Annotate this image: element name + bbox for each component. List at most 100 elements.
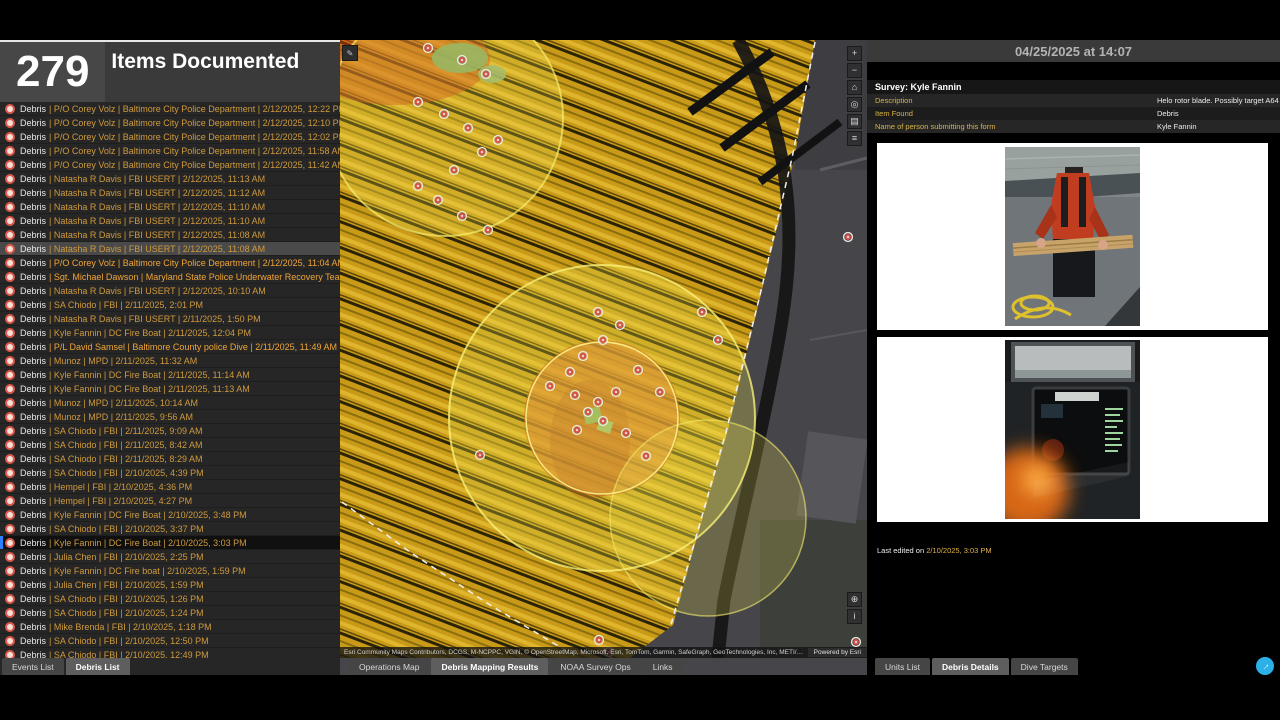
zoom-in-icon[interactable]: + — [847, 46, 862, 61]
debris-list[interactable]: Debris | P/O Corey Volz | Baltimore City … — [0, 102, 340, 658]
debris-list-item[interactable]: Debris | Kyle Fannin | DC Fire Boat | 2/1… — [0, 508, 340, 522]
debris-point-icon — [5, 327, 15, 338]
item-type-label: Debris — [20, 425, 47, 436]
attachment-photo-2[interactable] — [877, 337, 1268, 522]
item-type-label: Debris — [20, 341, 47, 352]
item-meta: | P/O Corey Volz | Baltimore City Police… — [49, 145, 340, 156]
debris-list-item[interactable]: Debris | SA Chiodo | FBI | 2/11/2025, 2:0… — [0, 298, 340, 312]
item-type-label: Debris — [20, 635, 47, 646]
debris-target-marker-center — [585, 409, 591, 415]
item-type-label: Debris — [20, 621, 47, 632]
recenter-icon[interactable]: ⊕ — [847, 592, 862, 607]
field-label: Item Found — [875, 109, 913, 118]
map-edit-tool-button[interactable]: ✎ — [342, 45, 358, 61]
tab-debris-list[interactable]: Debris List — [65, 658, 130, 675]
tab-units-list[interactable]: Units List — [875, 658, 930, 675]
debris-list-item[interactable]: Debris | Natasha R Davis | FBI USERT | 2/… — [0, 312, 340, 326]
home-icon[interactable]: ⌂ — [847, 80, 862, 95]
item-meta: | SA Chiodo | FBI | 2/10/2025, 1:26 PM — [49, 593, 204, 604]
debris-target-marker-center — [547, 383, 553, 389]
debris-list-item[interactable]: Debris | P/O Corey Volz | Baltimore City … — [0, 102, 340, 116]
debris-list-item[interactable]: Debris | Kyle Fannin | DC Fire Boat | 2/1… — [0, 326, 340, 340]
debris-target-marker-center — [853, 639, 859, 645]
item-meta: | Munoz | MPD | 2/11/2025, 9:56 AM — [49, 411, 193, 422]
debris-list-item[interactable]: Debris | Natasha R Davis | FBI USERT | 2/… — [0, 200, 340, 214]
tab-operations-map[interactable]: Operations Map — [349, 658, 430, 675]
tab-links[interactable]: Links — [642, 658, 683, 675]
debris-list-item[interactable]: Debris | SA Chiodo | FBI | 2/10/2025, 12:… — [0, 634, 340, 648]
field-label: Description — [875, 96, 913, 105]
debris-list-item[interactable]: Debris | Munoz | MPD | 2/11/2025, 11:32 A… — [0, 354, 340, 368]
debris-target-marker-center — [699, 309, 705, 315]
debris-point-icon — [5, 229, 15, 240]
debris-list-item[interactable]: Debris | P/O Corey Volz | Baltimore City … — [0, 144, 340, 158]
debris-point-icon — [5, 299, 15, 310]
debris-list-item[interactable]: Debris | P/O Corey Volz | Baltimore City … — [0, 256, 340, 270]
debris-list-item[interactable]: Debris | Munoz | MPD | 2/11/2025, 10:14 A… — [0, 396, 340, 410]
last-edited-prefix: Last edited on — [877, 546, 927, 555]
debris-list-item[interactable]: Debris | Mike Brenda | FBI | 2/10/2025, 1… — [0, 620, 340, 634]
legend-icon[interactable]: ≡ — [847, 131, 862, 146]
debris-list-item[interactable]: Debris | Kyle Fannin | DC Fire boat | 2/1… — [0, 564, 340, 578]
powered-by-esri[interactable]: Powered by Esri — [807, 648, 867, 657]
sonar-map[interactable] — [340, 40, 867, 658]
debris-point-icon — [5, 523, 15, 534]
field-label: Name of person submitting this form — [875, 122, 996, 131]
locate-icon[interactable]: ◎ — [847, 97, 862, 112]
zoom-out-icon[interactable]: − — [847, 63, 862, 78]
debris-list-item[interactable]: Debris | Kyle Fannin | DC Fire Boat | 2/1… — [0, 536, 340, 550]
debris-list-item[interactable]: Debris | Hempel | FBI | 2/10/2025, 4:36 P… — [0, 480, 340, 494]
debris-list-item[interactable]: Debris | Natasha R Davis | FBI USERT | 2/… — [0, 284, 340, 298]
tab-dive-targets[interactable]: Dive Targets — [1010, 658, 1078, 675]
debris-target-marker-center — [415, 99, 421, 105]
debris-list-item[interactable]: Debris | Kyle Fannin | DC Fire Boat | 2/1… — [0, 368, 340, 382]
debris-target-marker-center — [441, 111, 447, 117]
tab-debris-mapping-results[interactable]: Debris Mapping Results — [431, 658, 549, 675]
field-value: Debris — [1157, 109, 1179, 118]
item-meta: | Natasha R Davis | FBI USERT | 2/12/202… — [49, 201, 266, 212]
debris-list-item[interactable]: Debris | P/L David Samsel | Baltimore Cou… — [0, 340, 340, 354]
debris-list-item[interactable]: Debris | SA Chiodo | FBI | 2/11/2025, 9:0… — [0, 424, 340, 438]
info-icon[interactable]: i — [847, 609, 862, 624]
debris-target-marker-center — [567, 369, 573, 375]
debris-target-marker-center — [657, 389, 663, 395]
tab-events-list[interactable]: Events List — [2, 658, 64, 675]
debris-list-item[interactable]: Debris | Natasha R Davis | FBI USERT | 2/… — [0, 228, 340, 242]
debris-list-item[interactable]: Debris | SA Chiodo | FBI | 2/11/2025, 8:4… — [0, 438, 340, 452]
debris-list-item[interactable]: Debris | Natasha R Davis | FBI USERT | 2/… — [0, 214, 340, 228]
item-meta: | P/O Corey Volz | Baltimore City Police… — [49, 131, 340, 142]
debris-list-item[interactable]: Debris | Natasha R Davis | FBI USERT | 2/… — [0, 242, 340, 256]
debris-list-item[interactable]: Debris | P/O Corey Volz | Baltimore City … — [0, 116, 340, 130]
debris-point-icon — [5, 355, 15, 366]
debris-list-item[interactable]: Debris | P/O Corey Volz | Baltimore City … — [0, 158, 340, 172]
item-meta: | SA Chiodo | FBI | 2/11/2025, 8:42 AM — [49, 439, 203, 450]
debris-list-item[interactable]: Debris | Kyle Fannin | DC Fire Boat | 2/1… — [0, 382, 340, 396]
debris-list-item[interactable]: Debris | SA Chiodo | FBI | 2/10/2025, 4:3… — [0, 466, 340, 480]
debris-point-icon — [5, 649, 15, 658]
map-attribution-bar: Esri Community Maps Contributors, DCGS, … — [340, 647, 867, 658]
debris-list-item[interactable]: Debris | Julia Chen | FBI | 2/10/2025, 1:… — [0, 578, 340, 592]
debris-list-item[interactable]: Debris | SA Chiodo | FBI | 2/10/2025, 12:… — [0, 648, 340, 658]
debris-list-item[interactable]: Debris | SA Chiodo | FBI | 2/10/2025, 3:3… — [0, 522, 340, 536]
debris-list-item[interactable]: Debris | Natasha R Davis | FBI USERT | 2/… — [0, 172, 340, 186]
debris-list-item[interactable]: Debris | Natasha R Davis | FBI USERT | 2/… — [0, 186, 340, 200]
layers-icon[interactable]: ▤ — [847, 114, 862, 129]
debris-list-item[interactable]: Debris | Sgt. Michael Dawson | Maryland S… — [0, 270, 340, 284]
debris-point-icon — [5, 411, 15, 422]
tab-debris-details[interactable]: Debris Details — [931, 658, 1009, 675]
tab-noaa-survey-ops[interactable]: NOAA Survey Ops — [550, 658, 641, 675]
item-type-label: Debris — [20, 453, 47, 464]
debris-point-icon — [5, 117, 15, 128]
debris-list-item[interactable]: Debris | SA Chiodo | FBI | 2/10/2025, 1:2… — [0, 592, 340, 606]
debris-list-item[interactable]: Debris | SA Chiodo | FBI | 2/10/2025, 1:2… — [0, 606, 340, 620]
debris-list-item[interactable]: Debris | Julia Chen | FBI | 2/10/2025, 2:… — [0, 550, 340, 564]
debris-target-marker-center — [477, 452, 483, 458]
debris-list-item[interactable]: Debris | Hempel | FBI | 2/10/2025, 4:27 P… — [0, 494, 340, 508]
debris-list-item[interactable]: Debris | Munoz | MPD | 2/11/2025, 9:56 AM — [0, 410, 340, 424]
debris-target-marker-center — [479, 149, 485, 155]
survey-fields: Description Helo rotor blade. Possibly ta… — [867, 94, 1280, 133]
debris-list-item[interactable]: Debris | SA Chiodo | FBI | 2/11/2025, 8:2… — [0, 452, 340, 466]
debris-list-item[interactable]: Debris | P/O Corey Volz | Baltimore City … — [0, 130, 340, 144]
attachment-photo-1[interactable] — [877, 143, 1268, 330]
debris-point-icon — [5, 439, 15, 450]
